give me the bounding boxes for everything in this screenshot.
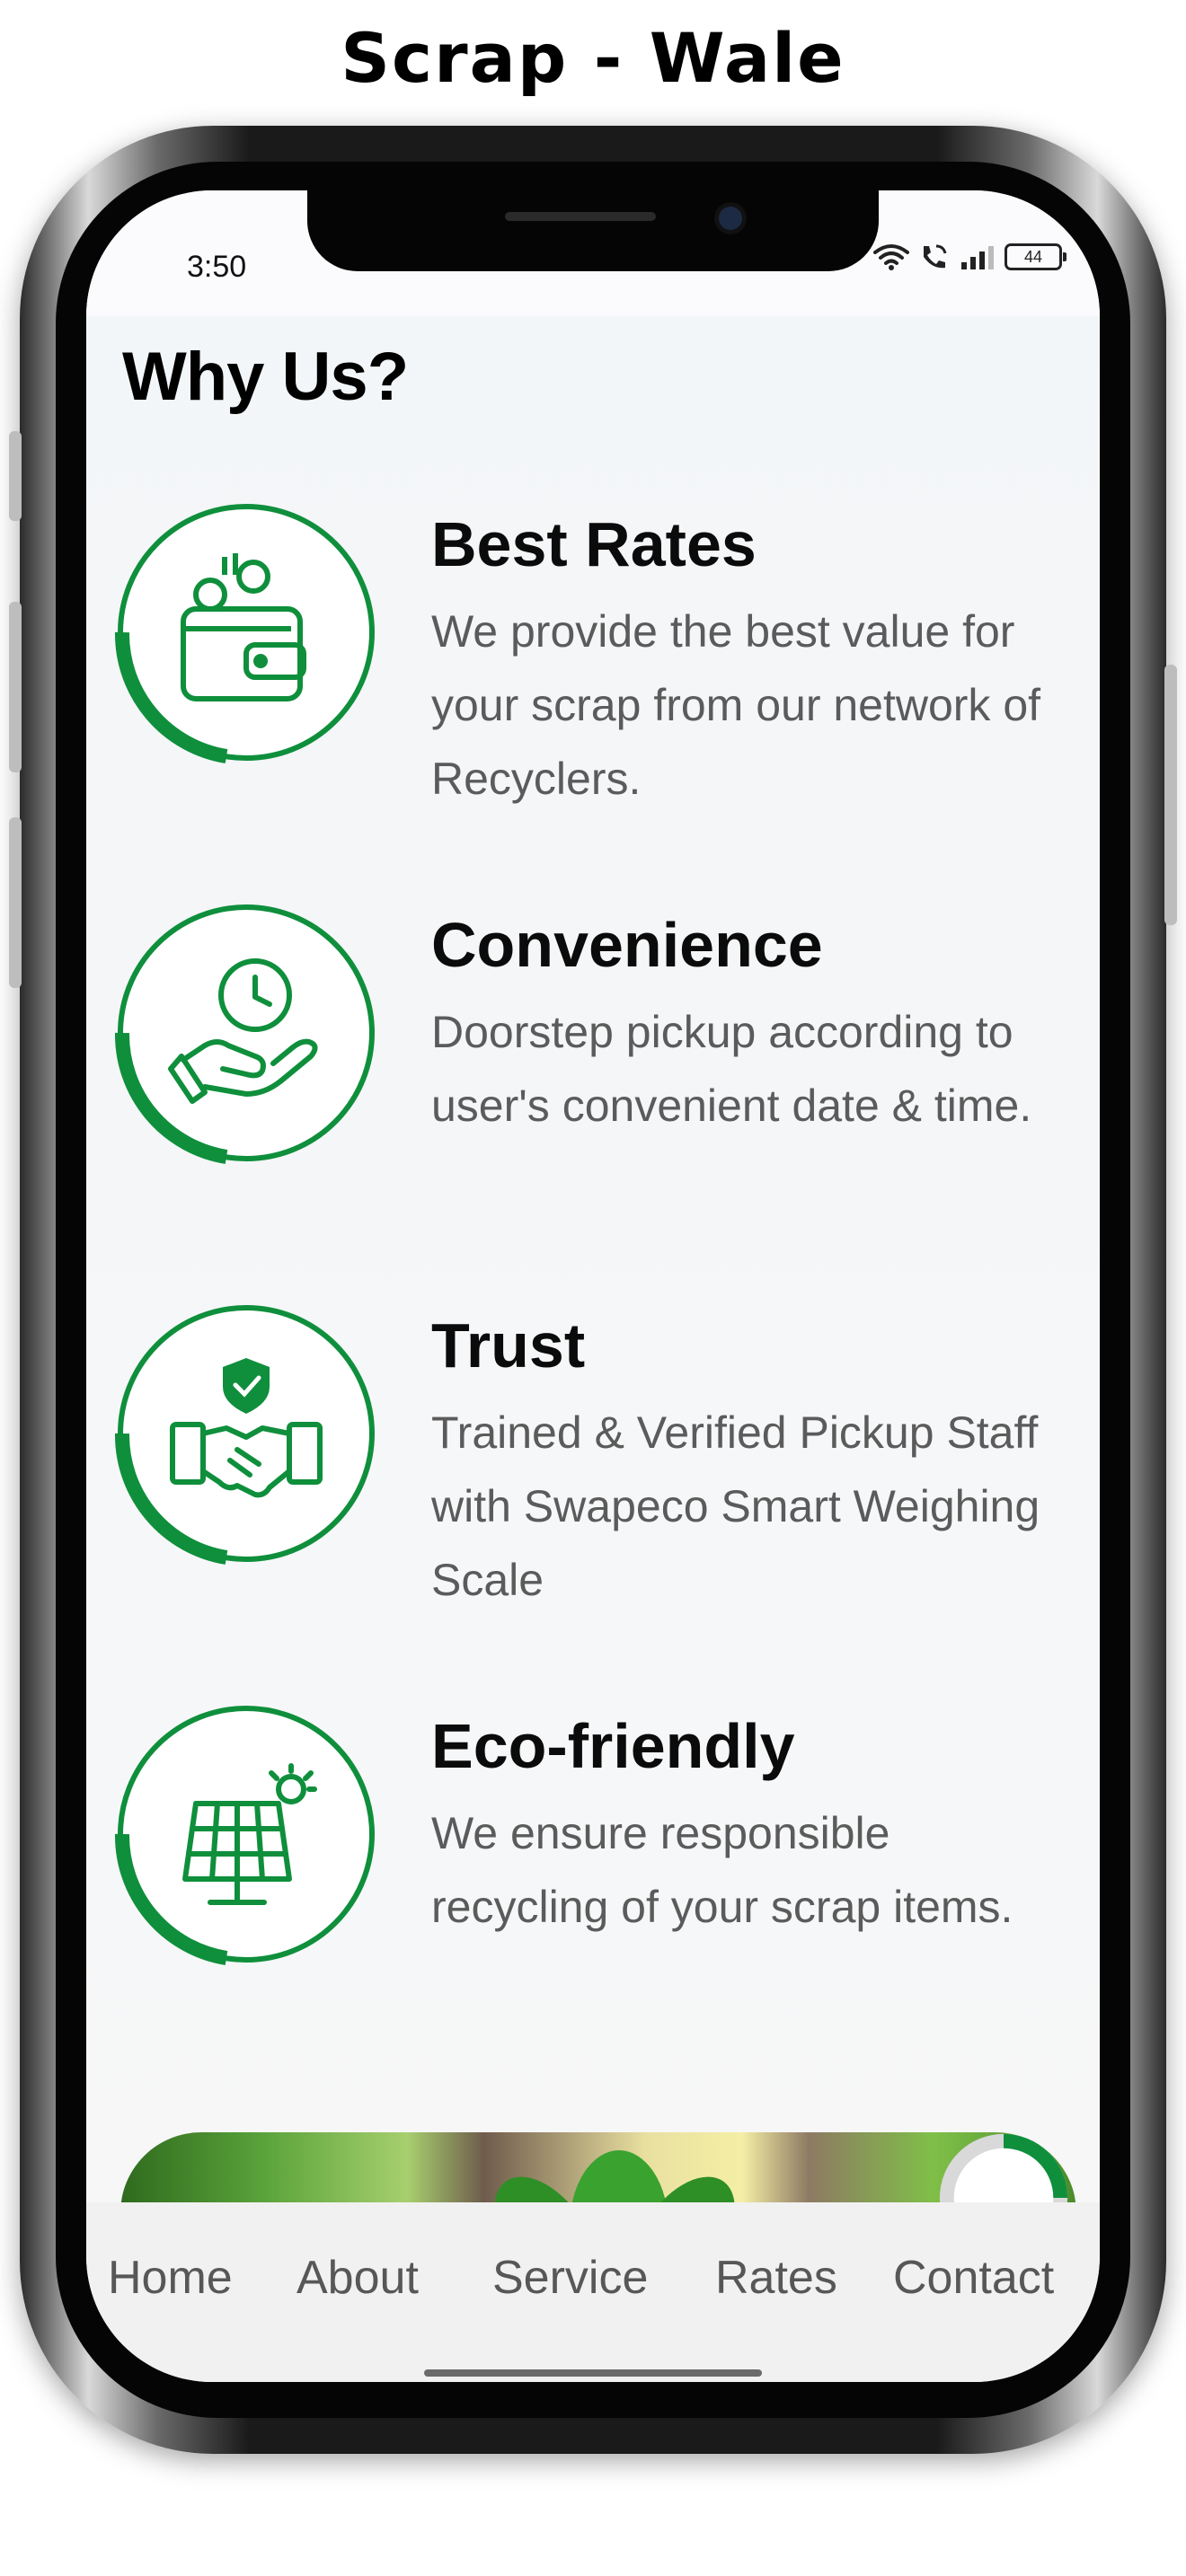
wallet-coins-icon	[114, 504, 375, 763]
nav-service[interactable]: Service	[492, 2251, 648, 2305]
handshake-shield-icon	[114, 1305, 375, 1565]
feature-convenience: Convenience Doorstep pickup according to…	[86, 902, 1100, 1297]
wifi-call-icon	[924, 244, 947, 269]
feature-title: Trust	[431, 1310, 586, 1381]
feature-eco-friendly: Eco-friendly We ensure responsible recyc…	[86, 1703, 1100, 2098]
battery-icon: 44	[1005, 243, 1067, 270]
phone-screen: 3:50 44 Why Us? Best Rates We provide th…	[86, 190, 1100, 2382]
hand-clock-icon	[114, 904, 375, 1164]
notch	[307, 190, 879, 271]
feature-trust: Trust Trained & Verified Pickup Staff wi…	[86, 1302, 1100, 1698]
earpiece-speaker	[505, 212, 656, 221]
feature-best-rates: Best Rates We provide the best value for…	[86, 501, 1100, 896]
home-indicator[interactable]	[424, 2369, 762, 2377]
feature-description: We provide the best value for your scrap…	[431, 606, 1041, 804]
nav-about[interactable]: About	[296, 2251, 419, 2305]
wifi-icon	[873, 244, 909, 270]
feature-description: Doorstep pickup according to user's conv…	[431, 1007, 1032, 1131]
status-bar: 3:50 44	[86, 190, 1100, 316]
volume-up-button	[9, 602, 22, 772]
status-icons: 44	[873, 237, 1067, 277]
volume-down-button	[9, 817, 22, 988]
page-title: Scrap - Wale	[341, 18, 845, 98]
section-title: Why Us?	[122, 339, 409, 415]
power-button	[1164, 665, 1177, 925]
feature-title: Best Rates	[431, 509, 757, 579]
bottom-navigation: Home About Service Rates Contact	[86, 2202, 1100, 2382]
feature-title: Convenience	[431, 910, 823, 980]
mute-switch	[9, 431, 22, 521]
nav-home[interactable]: Home	[108, 2251, 233, 2305]
feature-description: Trained & Verified Pickup Staff with Swa…	[431, 1407, 1040, 1605]
nav-rates[interactable]: Rates	[715, 2251, 837, 2305]
solar-panel-icon	[114, 1706, 375, 1965]
front-camera	[719, 207, 742, 230]
feature-description: We ensure responsible recycling of your …	[431, 1808, 1013, 1932]
status-time: 3:50	[187, 250, 247, 284]
signal-icon	[961, 246, 994, 269]
feature-title: Eco-friendly	[431, 1711, 795, 1781]
nav-contact[interactable]: Contact	[893, 2251, 1054, 2305]
